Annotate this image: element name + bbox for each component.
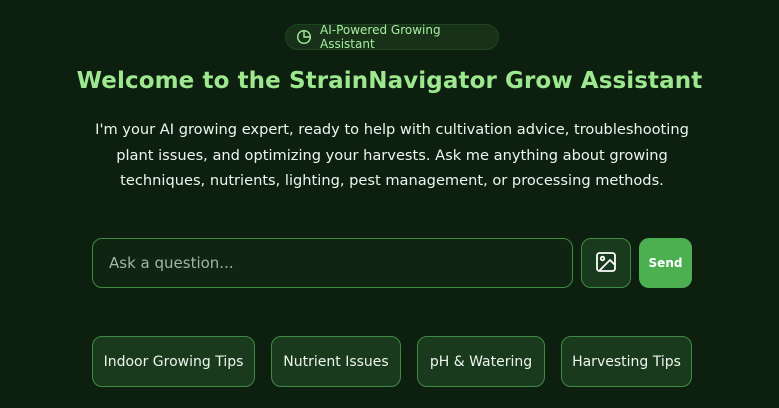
page-title: Welcome to the StrainNavigator Grow Assi…: [76, 68, 703, 94]
send-button[interactable]: Send: [639, 238, 692, 288]
pie-chart-icon: [296, 29, 312, 45]
badge-label: AI-Powered Growing Assistant: [320, 23, 441, 51]
ai-badge: AI-Powered Growing Assistant: [285, 23, 499, 51]
image-icon: [595, 251, 617, 276]
suggestion-indoor-growing-tips[interactable]: Indoor Growing Tips: [92, 336, 255, 387]
upload-image-button[interactable]: [581, 238, 631, 288]
suggestion-nutrient-issues[interactable]: Nutrient Issues: [271, 336, 401, 387]
suggestion-harvesting-tips[interactable]: Harvesting Tips: [561, 336, 692, 387]
intro-description: I'm your AI growing expert, ready to hel…: [95, 121, 689, 189]
suggestion-ph-watering[interactable]: pH & Watering: [417, 336, 545, 387]
question-input[interactable]: [92, 238, 573, 288]
